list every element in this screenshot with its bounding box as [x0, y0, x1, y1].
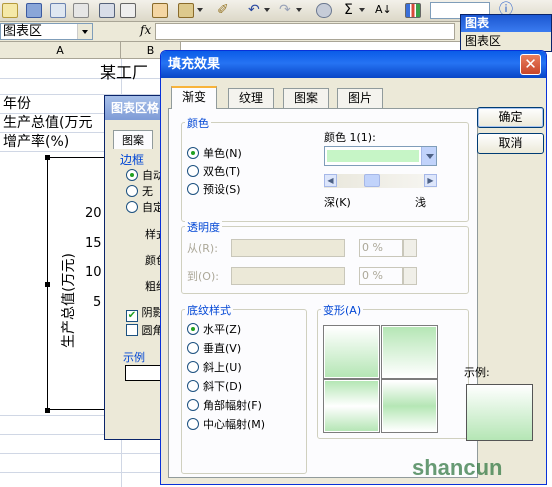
- sample-label: 示例: [123, 351, 145, 364]
- paste-icon[interactable]: [178, 3, 194, 18]
- resize-handle[interactable]: [45, 408, 50, 413]
- fill-effects-title: 填充效果: [161, 51, 546, 78]
- dark-light-slider[interactable]: ◀ ▶: [324, 174, 437, 188]
- tab-pattern[interactable]: 图案: [113, 130, 153, 149]
- undo-icon[interactable]: ↶: [248, 1, 260, 19]
- grid-line: [0, 472, 170, 473]
- name-box-dropdown-icon[interactable]: [77, 24, 92, 39]
- tab-picture[interactable]: 图片: [337, 88, 384, 108]
- border-none-radio[interactable]: 无: [126, 185, 153, 198]
- shadow-checkbox[interactable]: ✔ 阴影: [126, 304, 164, 322]
- variant-tile[interactable]: [381, 325, 438, 379]
- sample-label: 示例:: [464, 366, 490, 379]
- cancel-button[interactable]: 取消: [477, 133, 544, 154]
- to-label: 到(O):: [187, 270, 219, 283]
- horizontal-radio[interactable]: 水平(Z): [187, 323, 241, 336]
- redo-dropdown-icon[interactable]: [296, 8, 302, 12]
- color-group-label: 颜色: [185, 115, 211, 131]
- hyperlink-icon[interactable]: [316, 3, 332, 18]
- transparency-group-label: 透明度: [185, 219, 222, 235]
- from-corner-radio[interactable]: 角部幅射(F): [187, 399, 262, 412]
- chart-y-tick: 10: [85, 265, 102, 280]
- variant-tile[interactable]: [323, 325, 380, 379]
- two-colors-radio[interactable]: 双色(T): [187, 165, 240, 178]
- chart-wizard-icon[interactable]: [405, 3, 421, 18]
- undo-dropdown-icon[interactable]: [264, 8, 270, 12]
- slider-right-icon[interactable]: ▶: [424, 174, 437, 187]
- one-color-radio[interactable]: 单色(N): [187, 147, 242, 160]
- preset-radio[interactable]: 预设(S): [187, 183, 241, 196]
- variant-tile[interactable]: [323, 379, 380, 433]
- chart-object-select[interactable]: 图表区: [461, 32, 551, 50]
- vertical-radio[interactable]: 垂直(V): [187, 342, 241, 355]
- copy-icon[interactable]: [152, 3, 168, 18]
- border-auto-radio[interactable]: 自动: [126, 169, 164, 182]
- email-icon[interactable]: [73, 3, 89, 18]
- save-icon[interactable]: [26, 3, 42, 18]
- print-icon[interactable]: [99, 3, 115, 18]
- tab-texture[interactable]: 纹理: [228, 88, 275, 108]
- chart-toolbar: 图表 图表区: [460, 14, 552, 52]
- from-center-radio[interactable]: 中心幅射(M): [187, 418, 265, 431]
- column-header-a[interactable]: A: [0, 42, 121, 59]
- diagonal-down-radio[interactable]: 斜下(D): [187, 380, 242, 393]
- from-label: 从(R):: [187, 242, 218, 255]
- round-corners-checkbox[interactable]: 圆角: [126, 322, 164, 338]
- fill-effects-dialog: 填充效果 ✕ 渐变 纹理 图案 图片 颜色 单色(N) 双色(T) 预设(S) …: [160, 50, 547, 485]
- variants-label: 变形(A): [321, 302, 364, 318]
- name-box[interactable]: 图表区: [0, 23, 93, 40]
- cell-output-value[interactable]: 生产总值(万元: [3, 113, 92, 133]
- light-label: 浅: [415, 196, 426, 209]
- autosum-dropdown-icon[interactable]: [359, 8, 365, 12]
- format-painter-icon[interactable]: ✐: [217, 1, 229, 19]
- gradient-sample-preview: [466, 384, 533, 441]
- chart-y-tick: 5: [93, 295, 102, 310]
- formula-input[interactable]: [155, 23, 455, 40]
- to-spinner[interactable]: [403, 267, 417, 285]
- border-group-label: 边框: [120, 153, 145, 167]
- chart-y-axis-label: 生产总值(万元): [61, 253, 77, 348]
- name-box-value: 图表区: [3, 24, 43, 39]
- permission-icon[interactable]: [50, 3, 66, 18]
- ok-button[interactable]: 确定: [477, 107, 544, 128]
- print-preview-icon[interactable]: [120, 3, 136, 18]
- cell-growth-rate[interactable]: 增产率(%): [3, 132, 69, 152]
- tab-gradient[interactable]: 渐变: [171, 86, 218, 109]
- paste-dropdown-icon[interactable]: [197, 8, 203, 12]
- tab-pattern[interactable]: 图案: [283, 88, 330, 108]
- redo-icon[interactable]: ↷: [279, 1, 291, 19]
- border-custom-radio[interactable]: 自定: [126, 201, 164, 214]
- slider-left-icon[interactable]: ◀: [324, 174, 337, 187]
- color1-swatch: [327, 150, 419, 162]
- close-button[interactable]: ✕: [520, 54, 541, 75]
- chart-y-tick: 15: [85, 236, 102, 251]
- from-spinner[interactable]: [403, 239, 417, 257]
- color1-dropdown[interactable]: [324, 146, 437, 166]
- variant-tile[interactable]: [381, 379, 438, 433]
- autosum-icon[interactable]: Σ: [344, 1, 353, 19]
- chart-toolbar-title: 图表: [461, 15, 551, 32]
- chart-y-tick: 20: [85, 206, 102, 221]
- chevron-down-icon[interactable]: [421, 147, 436, 165]
- grid-line: [0, 453, 170, 454]
- shading-styles-label: 底纹样式: [185, 302, 233, 318]
- gradient-panel: 颜色 单色(N) 双色(T) 预设(S) 颜色 1(1): ◀ ▶ 深(K) 浅…: [168, 108, 478, 478]
- open-icon[interactable]: [2, 3, 18, 18]
- sheet-title-cell[interactable]: 某工厂: [100, 63, 148, 83]
- watermark: shancun: [412, 455, 503, 480]
- from-value[interactable]: 0 %: [359, 239, 403, 257]
- cell-year[interactable]: 年份: [3, 94, 31, 114]
- close-icon: ✕: [524, 55, 537, 73]
- resize-handle[interactable]: [45, 155, 50, 160]
- function-icon[interactable]: fx: [140, 23, 151, 37]
- resize-handle[interactable]: [45, 282, 50, 287]
- from-slider[interactable]: [231, 239, 345, 257]
- dark-label: 深(K): [324, 196, 351, 209]
- color1-label: 颜色 1(1):: [324, 131, 376, 144]
- slider-thumb[interactable]: [364, 174, 380, 187]
- diagonal-up-radio[interactable]: 斜上(U): [187, 361, 242, 374]
- to-slider[interactable]: [231, 267, 345, 285]
- sort-ascending-icon[interactable]: A↓: [375, 1, 392, 19]
- to-value[interactable]: 0 %: [359, 267, 403, 285]
